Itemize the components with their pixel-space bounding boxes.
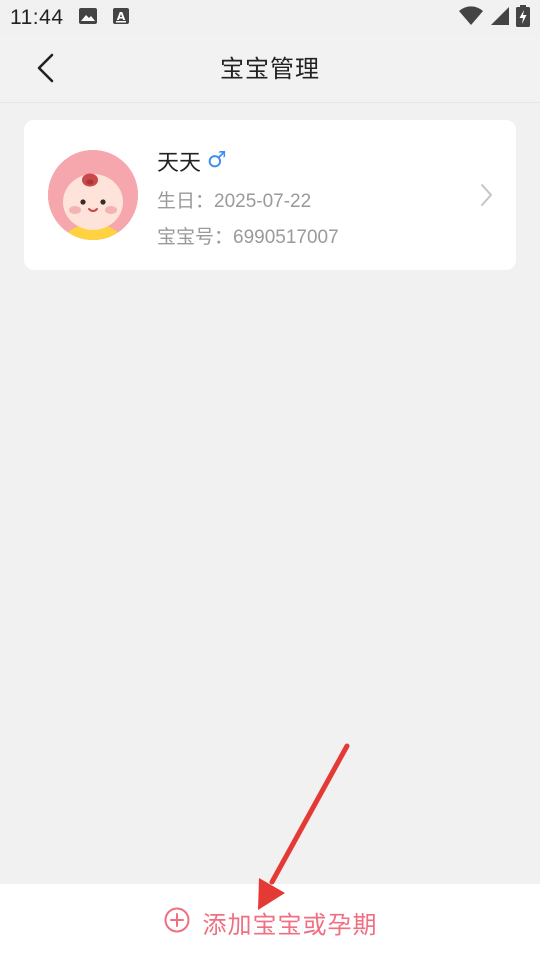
bottom-bar: 添加宝宝或孕期 — [0, 884, 540, 960]
status-right — [458, 4, 530, 32]
add-baby-button[interactable]: 添加宝宝或孕期 — [0, 884, 540, 960]
plus-circle-icon — [163, 906, 191, 938]
chevron-right-icon — [476, 182, 496, 208]
baby-id: 宝宝号：6990517007 — [157, 227, 339, 248]
a-box-icon: A — [112, 7, 130, 30]
male-gender-icon: ♂ — [207, 148, 227, 173]
battery-charging-icon — [516, 4, 530, 32]
status-left: 11:44 A — [10, 6, 130, 30]
wifi-icon — [458, 5, 484, 31]
page-title: 宝宝管理 — [220, 55, 320, 83]
baby-birthday: 生日：2025-07-22 — [157, 191, 312, 212]
header: 宝宝管理 — [0, 36, 540, 103]
baby-card[interactable]: 天天 ♂ 生日：2025-07-22 宝宝号：6990517007 — [24, 120, 516, 270]
image-icon — [78, 7, 98, 30]
baby-avatar — [48, 150, 138, 240]
add-baby-label: 添加宝宝或孕期 — [202, 910, 378, 939]
status-time: 11:44 — [10, 6, 64, 29]
baby-name-row: 天天 ♂ — [157, 144, 227, 178]
baby-name: 天天 — [157, 151, 202, 176]
status-bar: 11:44 A — [0, 0, 540, 36]
signal-icon — [490, 6, 510, 31]
